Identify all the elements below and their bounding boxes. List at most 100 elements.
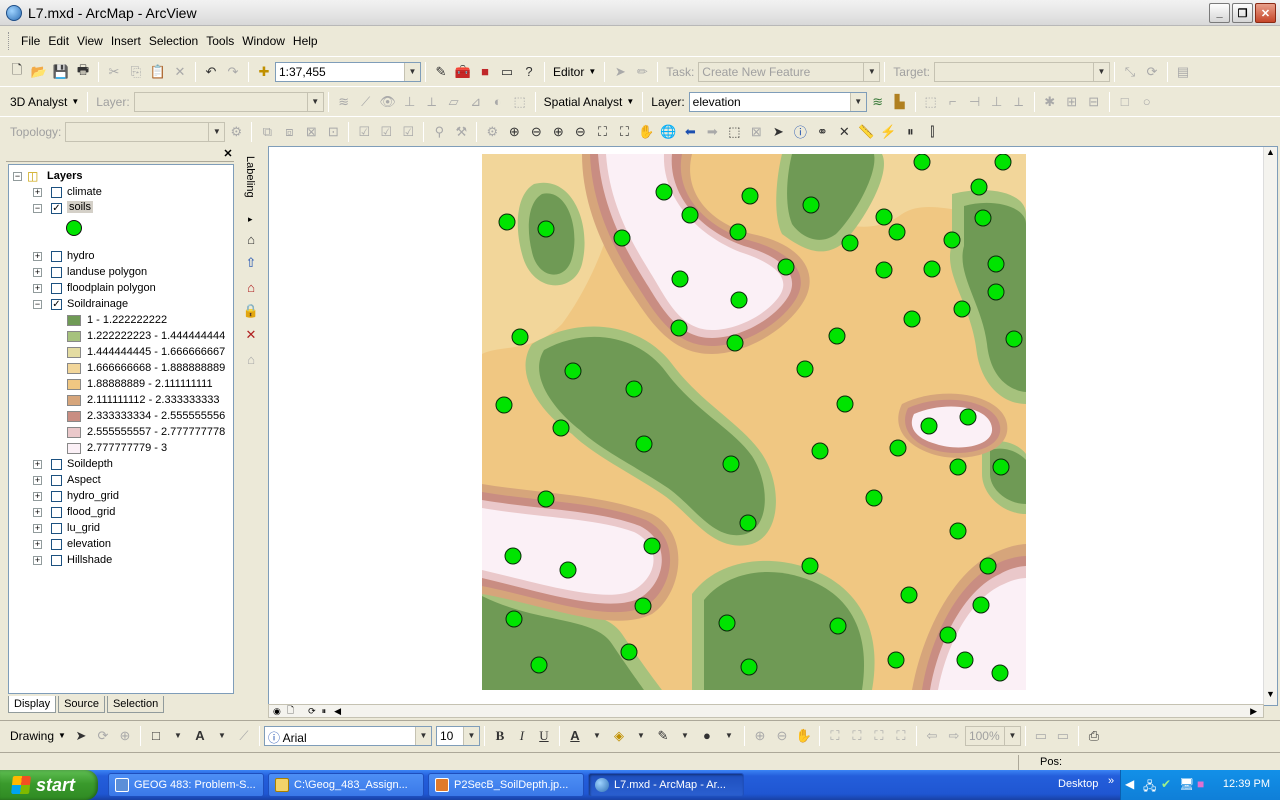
font-combo[interactable]: ⓘ Arial ▼ (263, 725, 432, 746)
zoom-to-selection-icon[interactable]: ⛶ (613, 121, 635, 143)
drawing-menu[interactable]: Drawing ▼ (6, 729, 70, 743)
soil-point[interactable] (564, 362, 582, 380)
label-priority-icon[interactable]: ⇧ (240, 252, 262, 274)
paste-icon[interactable]: 📋 (147, 61, 169, 83)
topology-tool-icon[interactable]: ⚙ (225, 121, 247, 143)
soil-point[interactable] (741, 187, 759, 205)
view-unplaced-icon[interactable]: ⌂ (240, 348, 262, 370)
rectangle-icon[interactable]: □ (1114, 91, 1136, 113)
validate-icon-2[interactable]: ☑ (375, 121, 397, 143)
expand-icon[interactable]: + (33, 284, 42, 293)
expand-icon[interactable]: + (33, 268, 42, 277)
text-dropdown-icon[interactable]: ▼ (211, 725, 233, 747)
sketch-tool-icon[interactable]: ✏ (631, 61, 653, 83)
edit-vertices-icon[interactable]: ⟋ (233, 725, 255, 747)
soil-point[interactable] (987, 283, 1005, 301)
change-layout-icon[interactable]: ⎙ (1083, 725, 1105, 747)
topology-edit-icon-2[interactable]: ⧈ (278, 121, 300, 143)
fix-topology-icon[interactable]: ⚒ (450, 121, 472, 143)
refresh-icon[interactable]: ⟳ (308, 706, 316, 717)
focus-data-frame-icon[interactable]: ▭ (1052, 725, 1074, 747)
select-elements-icon[interactable]: ➤ (767, 121, 789, 143)
pan-hand-icon[interactable]: ✋ (635, 121, 657, 143)
rectangle-dropdown-icon[interactable]: ▼ (167, 725, 189, 747)
menu-insert[interactable]: Insert (107, 34, 145, 48)
georef-icon-3[interactable]: ⊣ (964, 91, 986, 113)
scroll-down-icon[interactable]: ▼ (1264, 689, 1277, 705)
tools-grip-icon[interactable]: ⚙ (481, 121, 503, 143)
toolbox-icon[interactable]: ■ (474, 61, 496, 83)
soil-point[interactable] (875, 208, 893, 226)
expand-icon[interactable]: + (33, 476, 42, 485)
toolbar-grip[interactable] (8, 32, 11, 50)
swipe-icon[interactable]: ⫿ (921, 121, 943, 143)
soil-point[interactable] (900, 586, 918, 604)
georef-icon-4[interactable]: ⊥ (986, 91, 1008, 113)
menu-tools[interactable]: Tools (202, 34, 238, 48)
layer-checkbox[interactable] (51, 507, 62, 518)
expand-icon[interactable]: + (33, 252, 42, 261)
undo-icon[interactable]: ↶ (200, 61, 222, 83)
task-combo[interactable]: Create New Feature ▼ (698, 61, 881, 82)
identify-icon[interactable]: ⓘ (789, 121, 811, 143)
tray-back-icon[interactable]: ◀ (1125, 777, 1134, 791)
menu-selection[interactable]: Selection (145, 34, 202, 48)
vertical-scrollbar[interactable]: ▲ ▼ (1263, 147, 1277, 705)
toolbar-expand-icon[interactable]: » (1108, 775, 1114, 787)
soil-point[interactable] (634, 597, 652, 615)
select-elements-icon[interactable]: ➤ (70, 725, 92, 747)
lock-labels-icon[interactable]: 🔒 (240, 300, 262, 322)
expand-icon[interactable]: + (33, 188, 42, 197)
layout-zoom-in-icon[interactable]: ⊕ (749, 725, 771, 747)
soil-point[interactable] (959, 408, 977, 426)
soil-point[interactable] (613, 229, 631, 247)
scroll-right-icon[interactable]: ▶ (1250, 706, 1257, 717)
interpolate-polygon-icon[interactable]: ▱ (443, 91, 465, 113)
topology-edit-icon-3[interactable]: ⊠ (300, 121, 322, 143)
marker-color-dropdown-icon[interactable]: ▼ (718, 725, 740, 747)
soil-point[interactable] (970, 178, 988, 196)
font-color-icon[interactable]: A (564, 725, 586, 747)
soil-point[interactable] (643, 537, 661, 555)
menu-window[interactable]: Window (238, 34, 289, 48)
layout-view-icon[interactable]: 🗋 (287, 703, 294, 719)
select-features-icon[interactable]: ⬚ (723, 121, 745, 143)
soil-point[interactable] (801, 557, 819, 575)
app-tray-icon[interactable]: ■ (1197, 777, 1204, 791)
soil-point[interactable] (511, 328, 529, 346)
pause-drawing-icon[interactable]: ⏸ (322, 706, 327, 717)
print-icon[interactable]: 🖶 (72, 61, 94, 83)
italic-icon[interactable]: I (511, 725, 533, 747)
soil-point[interactable] (671, 270, 689, 288)
soil-point[interactable] (992, 458, 1010, 476)
arctoolbox-icon[interactable]: 🧰 (452, 61, 474, 83)
soil-point[interactable] (530, 656, 548, 674)
soil-point[interactable] (811, 442, 829, 460)
soil-point[interactable] (829, 617, 847, 635)
desktop-toolbar-label[interactable]: Desktop (1058, 778, 1098, 790)
soil-point[interactable] (729, 223, 747, 241)
soil-point[interactable] (987, 255, 1005, 273)
fixed-zoom-out-icon[interactable]: ⊖ (569, 121, 591, 143)
menu-help[interactable]: Help (289, 34, 322, 48)
layer-checkbox[interactable] (51, 475, 62, 486)
taskbar-item-folder[interactable]: C:\Geog_483_Assign... (268, 773, 424, 797)
map-display[interactable]: ▲ ▼ (268, 146, 1278, 706)
layer-checkbox[interactable] (51, 491, 62, 502)
topology-edit-icon-1[interactable]: ⧉ (256, 121, 278, 143)
zoom-in-icon[interactable]: ⊕ (503, 121, 525, 143)
soil-point[interactable] (796, 360, 814, 378)
new-document-icon[interactable]: 🗋 (6, 61, 28, 83)
find-binoculars-icon[interactable]: ⚭ (811, 121, 833, 143)
soils-symbol[interactable] (65, 217, 95, 239)
histogram-icon[interactable]: ▙ (889, 91, 911, 113)
soil-point[interactable] (979, 557, 997, 575)
topology-combo[interactable]: ▼ (65, 121, 226, 142)
soil-point[interactable] (625, 380, 643, 398)
soil-point[interactable] (887, 651, 905, 669)
scroll-up-icon[interactable]: ▲ (1264, 147, 1277, 163)
soil-point[interactable] (923, 260, 941, 278)
marker-color-icon[interactable]: ● (696, 725, 718, 747)
soil-point[interactable] (888, 223, 906, 241)
soil-point[interactable] (913, 154, 931, 171)
